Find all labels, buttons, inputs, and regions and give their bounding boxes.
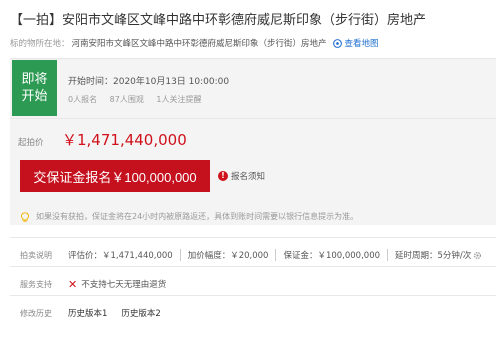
history-label: 修改历史 <box>20 309 52 318</box>
bid-increment: 加价幅度：￥20,000 <box>188 249 277 261</box>
refund-tip: 如果没有获拍，保证金将在24小时内被原路返还，具体到账时间需要以银行信息提示为准… <box>20 211 358 222</box>
page-title: 【一拍】安阳市文峰区文峰中路中环彰德府威尼斯印象（步行街）房地产 <box>10 13 427 28</box>
rules-label: 拍卖说明 <box>20 251 52 260</box>
refund-tip-text: 如果没有获拍，保证金将在24小时内被原路返还，具体到账时间需要以银行信息提示为准… <box>36 212 359 221</box>
history-version-2-link[interactable]: 历史版本2 <box>121 307 160 319</box>
service-support: ✕ 不支持七天无理由退货 <box>68 277 167 291</box>
registration-notice-link[interactable]: ! 报名须知 <box>218 170 265 182</box>
deposit-amount: 保证金：￥100,000,000 <box>283 249 389 261</box>
location-address: 河南安阳市文峰区文峰中路中环彰德府威尼斯印象（步行街）房地产 <box>71 39 327 49</box>
start-time: 开始时间：2020年10月13日 10:00:00 <box>68 77 230 87</box>
location-row: 标的物所在地： 河南安阳市文峰区文峰中路中环彰德府威尼斯印象（步行街）房地产 查… <box>10 37 379 49</box>
service-divider <box>10 266 496 267</box>
rules-divider <box>10 237 496 238</box>
pay-deposit-register-button[interactable]: 交保证金报名￥100,000,000 <box>20 160 210 192</box>
follower-count: 1人关注提醒 <box>156 95 202 104</box>
location-label: 标的物所在地： <box>10 39 70 49</box>
history-version-1-link[interactable]: 历史版本1 <box>68 307 107 319</box>
close-icon: ✕ <box>68 277 78 291</box>
panel-divider <box>10 118 496 119</box>
status-badge-text: 即将开始 <box>21 72 48 104</box>
service-support-text: 不支持七天无理由退货 <box>81 280 167 290</box>
registration-notice-label[interactable]: 报名须知 <box>231 170 265 182</box>
auction-rules: 评估价：￥1,471,440,000 加价幅度：￥20,000 保证金：￥100… <box>68 249 496 261</box>
starting-price-label: 起拍价 <box>18 138 44 148</box>
appraised-value: 评估价：￥1,471,440,000 <box>68 249 181 261</box>
gear-icon[interactable] <box>473 251 482 260</box>
starting-price-value: ￥1,471,440,000 <box>62 131 187 149</box>
view-map-link[interactable]: 查看地图 <box>345 37 379 49</box>
lightbulb-icon <box>20 211 30 222</box>
alert-icon: ! <box>218 171 228 181</box>
map-pin-icon[interactable] <box>332 38 342 48</box>
signup-count: 0人报名 <box>68 95 98 104</box>
history-divider <box>10 295 496 296</box>
extension-period: 延时周期：5分钟/次 <box>395 249 489 261</box>
service-label: 服务支持 <box>20 280 52 289</box>
auction-stats: 0人报名 87人围观 1人关注提醒 <box>68 94 211 105</box>
extension-period-text: 延时周期：5分钟/次 <box>395 251 472 261</box>
viewer-count: 87人围观 <box>109 95 144 104</box>
revision-history: 历史版本1 历史版本2 <box>68 307 175 319</box>
status-badge: 即将开始 <box>12 60 57 116</box>
